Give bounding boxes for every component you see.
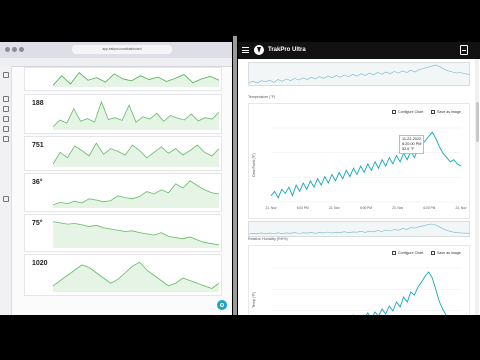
- sensor-reading: [28, 71, 50, 88]
- navigator-line: [249, 64, 469, 84]
- x-tick-label: 21. Nov: [266, 206, 277, 210]
- y-axis-label: Dew Point (°F): [252, 153, 256, 176]
- section-label: Temperature (°F): [248, 95, 276, 99]
- temperature-chart[interactable]: Temp (°F)21. Nov 6:00 PM 22. Nov 6:00 PM 23.…: [249, 260, 469, 315]
- browser-toolbar: [0, 58, 232, 67]
- section-label: Relative Humidity (RH%): [248, 237, 288, 241]
- dew-point-chart[interactable]: Dew Point (°F) 21. Nov 6:00 PM 22. Nov 6:00 …: [249, 120, 469, 216]
- x-tick-label: 6:00 PM: [297, 206, 309, 210]
- sensor-sparkline[interactable]: [53, 257, 219, 292]
- sensor-reading: 751: [28, 140, 50, 168]
- sparkline-area: [53, 180, 219, 208]
- series-line: [352, 271, 447, 315]
- sparkline-area: [53, 143, 219, 167]
- sensor-reading: 36°: [28, 177, 50, 209]
- sensor-value: 751: [32, 142, 44, 149]
- sensor-panel[interactable]: 751: [24, 136, 222, 171]
- configure-chart-label: Configure Chart: [398, 110, 424, 114]
- sparkline-area: [53, 262, 219, 292]
- save-image-label: Save as image: [437, 110, 461, 114]
- scrollbar-thumb[interactable]: [476, 102, 479, 142]
- app-logo: [254, 45, 264, 55]
- sensor-reading: 1020: [28, 258, 50, 293]
- sensor-panel[interactable]: 1020: [24, 254, 222, 296]
- x-tick-label: 6:00 PM: [360, 206, 372, 210]
- export-icon[interactable]: [3, 196, 9, 202]
- sensor-sparkline[interactable]: [53, 139, 219, 167]
- save-image-button[interactable]: Save as image: [431, 110, 461, 115]
- sensor-panel[interactable]: 36°: [24, 173, 222, 212]
- reports-icon[interactable]: [3, 126, 9, 132]
- y-axis-label: Temp (°F): [252, 292, 256, 308]
- window-control-icon[interactable]: [12, 47, 17, 52]
- left-browser-window: app.trakpro.com/dashboard 188 751 36° 75° 10…: [0, 42, 232, 315]
- settings-icon[interactable]: [3, 136, 9, 142]
- sensor-panel[interactable]: [24, 67, 222, 91]
- gear-icon: [392, 251, 396, 256]
- window-control-icon[interactable]: [19, 47, 24, 52]
- sensor-reading: 188: [28, 98, 50, 131]
- x-tick-label: 6:00 PM: [423, 206, 435, 210]
- chart-navigator[interactable]: [248, 62, 470, 86]
- save-image-button[interactable]: Save as image: [431, 251, 461, 256]
- tooltip-value: 52.6 °F: [402, 147, 415, 151]
- window-control-icon[interactable]: [5, 47, 10, 52]
- gear-icon: [392, 110, 396, 115]
- sensor-panel[interactable]: 75°: [24, 214, 222, 252]
- scrollbar[interactable]: [475, 59, 479, 315]
- sensor-value: 1020: [32, 260, 48, 267]
- sensor-sparkline[interactable]: [53, 217, 219, 248]
- sensor-sparkline[interactable]: [53, 176, 219, 208]
- side-navigation: [0, 66, 12, 315]
- app-title: TrakPro Ultra: [268, 47, 306, 53]
- sensor-sparkline[interactable]: [53, 97, 219, 130]
- alerts-icon[interactable]: [3, 116, 9, 122]
- trakpro-app-window: TrakPro Ultra Temperature (°F) Configure…: [238, 42, 480, 315]
- configure-chart-label: Configure Chart: [398, 251, 424, 255]
- chart-navigator[interactable]: [248, 221, 470, 237]
- app-top-bar: TrakPro Ultra: [238, 42, 480, 59]
- save-icon: [431, 251, 435, 256]
- sensor-sparkline[interactable]: [53, 70, 219, 87]
- hamburger-menu-icon[interactable]: [242, 47, 249, 53]
- sensor-value: 36°: [32, 179, 43, 186]
- chart-card: Configure Chart Save as image Temp (°F) 2…: [248, 245, 470, 315]
- window-divider[interactable]: [233, 36, 237, 315]
- series-line: [270, 131, 462, 199]
- x-tick-label: 23. Nov: [392, 206, 403, 210]
- sensor-panel[interactable]: 188: [24, 94, 222, 134]
- sensor-value: 188: [32, 100, 44, 107]
- save-image-label: Save as image: [437, 251, 461, 255]
- sparkline-area: [53, 221, 219, 248]
- sensor-value: 75°: [32, 220, 43, 227]
- configure-chart-button[interactable]: Configure Chart: [392, 251, 424, 256]
- chart-card: Configure Chart Save as image Dew Point …: [248, 103, 470, 219]
- devices-icon[interactable]: [3, 106, 9, 112]
- navigator-line: [249, 223, 469, 235]
- chart-tooltip: 11-22-2022 6:20:00 PM 52.6 °F: [399, 135, 425, 154]
- configure-chart-button[interactable]: Configure Chart: [392, 110, 424, 115]
- device-icon[interactable]: [460, 45, 468, 55]
- dashboard-icon[interactable]: [3, 96, 9, 102]
- chart-content: Temperature (°F) Configure Chart Save as…: [238, 59, 480, 315]
- x-tick-label: 22. Nov: [329, 206, 340, 210]
- sensor-reading: 75°: [28, 218, 50, 249]
- save-icon: [431, 110, 435, 115]
- chat-bubble-icon[interactable]: [217, 300, 227, 310]
- x-tick-label: 24. Nov: [456, 206, 467, 210]
- browser-title-bar: app.trakpro.com/dashboard: [0, 42, 232, 58]
- menu-icon[interactable]: [3, 72, 9, 78]
- address-bar[interactable]: app.trakpro.com/dashboard: [72, 45, 172, 54]
